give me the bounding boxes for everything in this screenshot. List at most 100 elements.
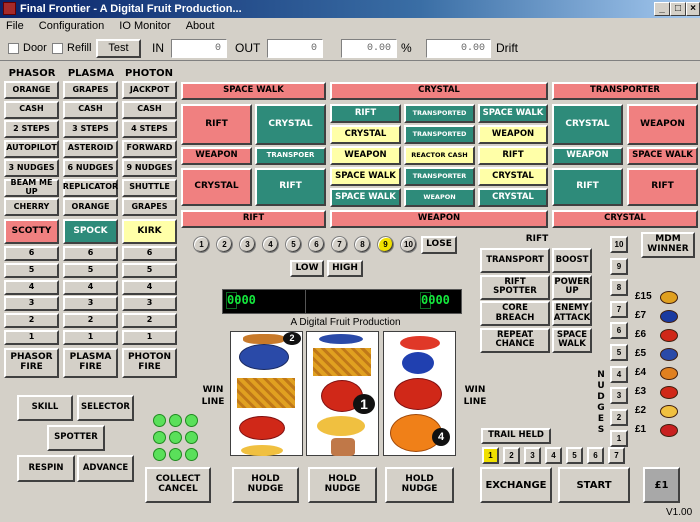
reel-2[interactable]: 1 <box>306 331 379 456</box>
advance-button[interactable]: ADVANCE <box>77 455 134 482</box>
rift-button-power-up[interactable]: POWER UP <box>552 274 592 300</box>
low-button[interactable]: LOW <box>290 260 324 277</box>
rift-button-space-walk[interactable]: SPACE WALK <box>552 327 592 353</box>
plasma-step-2[interactable]: 2 <box>63 313 118 329</box>
selector-button[interactable]: SELECTOR <box>77 395 134 421</box>
phasor-feature-button[interactable]: ORANGE <box>4 81 59 99</box>
maximize-button[interactable]: □ <box>670 2 686 16</box>
rift-button-core-breach[interactable]: CORE BREACH <box>480 301 550 326</box>
phasor-step-4[interactable]: 4 <box>4 279 59 295</box>
plasma-feature-button[interactable]: 6 NUDGES <box>63 159 118 177</box>
photon-step-2[interactable]: 2 <box>122 313 177 329</box>
minimize-button[interactable]: _ <box>654 2 670 16</box>
phasor-feature-button[interactable]: AUTOPILOT <box>4 139 59 158</box>
phasor-feature-button[interactable]: CHERRY <box>4 198 59 216</box>
phasor-step-1[interactable]: 1 <box>4 330 59 345</box>
photon-feature-button[interactable]: 9 NUDGES <box>122 159 177 177</box>
phasor-feature-button[interactable]: 2 STEPS <box>4 120 59 138</box>
trail-lamp-10: 10 <box>400 236 417 253</box>
plasma-step-3[interactable]: 3 <box>63 296 118 312</box>
gold-bar-icon <box>313 348 371 376</box>
hold-nudge-button-2[interactable]: HOLD NUDGE <box>308 467 377 503</box>
plasma-fire-button[interactable]: PLASMA FIRE <box>63 348 118 378</box>
plasma-feature-button[interactable]: CASH <box>63 100 118 119</box>
phasor-step-6[interactable]: 6 <box>4 246 59 261</box>
plasma-step-5[interactable]: 5 <box>63 262 118 278</box>
photon-step-6[interactable]: 6 <box>122 246 177 261</box>
phasor-feature-button[interactable]: BEAM ME UP <box>4 178 59 197</box>
phasor-step-3[interactable]: 3 <box>4 296 59 312</box>
spock-button[interactable]: SPOCK <box>63 219 118 244</box>
drift-field[interactable]: 0.00 <box>426 39 491 58</box>
plasma-feature-button[interactable]: ORANGE <box>63 198 118 216</box>
photon-fire-button[interactable]: PHOTON FIRE <box>122 348 177 378</box>
photon-step-5[interactable]: 5 <box>122 262 177 278</box>
plasma-feature-button[interactable]: ASTEROID <box>63 139 118 158</box>
photon-feature-button[interactable]: SHUTTLE <box>122 178 177 197</box>
photon-feature-button[interactable]: GRAPES <box>122 198 177 216</box>
skill-button[interactable]: SKILL <box>17 395 73 421</box>
refill-checkbox[interactable] <box>52 43 63 54</box>
high-button[interactable]: HIGH <box>327 260 363 277</box>
hold-nudge-button-1[interactable]: HOLD NUDGE <box>232 467 299 503</box>
rift-button-enemy-attack[interactable]: ENEMY ATTACK <box>552 301 592 326</box>
reel-1[interactable]: 2 <box>230 331 303 456</box>
rift-button-transport[interactable]: TRANSPORT <box>480 248 550 273</box>
scotty-button[interactable]: SCOTTY <box>4 219 59 244</box>
collect-cancel-button[interactable]: COLLECT CANCEL <box>145 467 211 503</box>
photon-feature-button[interactable]: FORWARD <box>122 139 177 158</box>
led-display-right: 0000 <box>306 289 462 314</box>
reel-3[interactable]: 4 <box>383 331 456 456</box>
door-checkbox[interactable] <box>8 43 19 54</box>
phasor-feature-button[interactable]: CASH <box>4 100 59 119</box>
menu-configuration[interactable]: Configuration <box>39 20 104 32</box>
plasma-step-4[interactable]: 4 <box>63 279 118 295</box>
menu-file[interactable]: File <box>6 20 24 32</box>
prize-value: £2 <box>635 405 647 416</box>
menu-io-monitor[interactable]: IO Monitor <box>119 20 170 32</box>
photon-step-4[interactable]: 4 <box>122 279 177 295</box>
reel-badge: 4 <box>432 428 450 446</box>
orange-icon <box>660 367 678 380</box>
percentage-field[interactable]: 0.00 <box>341 39 397 58</box>
feature-center-cell: SPACE WALK <box>330 188 401 207</box>
green-lamp <box>185 414 198 427</box>
plasma-feature-button[interactable]: REPLICATOR <box>63 178 118 197</box>
close-button[interactable]: × <box>686 2 700 16</box>
photon-step-3[interactable]: 3 <box>122 296 177 312</box>
menu-about[interactable]: About <box>186 20 215 32</box>
plasma-feature-button[interactable]: GRAPES <box>63 81 118 99</box>
nudge-lamp-4: 4 <box>610 365 628 383</box>
lose-button[interactable]: LOSE <box>421 236 457 254</box>
phasor-fire-button[interactable]: PHASOR FIRE <box>4 348 59 378</box>
trail-held-lamp-7: 7 <box>608 447 625 464</box>
photon-feature-button[interactable]: 4 STEPS <box>122 120 177 138</box>
phasor-step-5[interactable]: 5 <box>4 262 59 278</box>
trail-held-lamp-6: 6 <box>587 447 604 464</box>
hold-nudge-button-3[interactable]: HOLD NUDGE <box>385 467 454 503</box>
exchange-button[interactable]: EXCHANGE <box>480 467 552 503</box>
kirk-button[interactable]: KIRK <box>122 219 177 244</box>
plasma-step-6[interactable]: 6 <box>63 246 118 261</box>
spotter-button[interactable]: SPOTTER <box>47 425 105 451</box>
stake-button[interactable]: £1 <box>643 467 680 503</box>
respin-button[interactable]: RESPIN <box>17 455 75 482</box>
rift-button-rift-spotter[interactable]: RIFT SPOTTER <box>480 274 550 300</box>
rift-button-repeat-chance[interactable]: REPEAT CHANCE <box>480 327 550 353</box>
photon-feature-button[interactable]: CASH <box>122 100 177 119</box>
photon-feature-button[interactable]: JACKPOT <box>122 81 177 99</box>
phasor-feature-button[interactable]: 3 NUDGES <box>4 159 59 177</box>
plasma-feature-button[interactable]: 3 STEPS <box>63 120 118 138</box>
phasor-step-2[interactable]: 2 <box>4 313 59 329</box>
trail-held-button[interactable]: TRAIL HELD <box>481 428 551 444</box>
feature-center-cell: TRANSPORTER <box>404 167 475 186</box>
in-field[interactable]: 0 <box>171 39 227 58</box>
mdm-winner-button[interactable]: MDM WINNER <box>641 232 695 258</box>
feature-right-rift-2: RIFT <box>627 168 698 206</box>
start-button[interactable]: START <box>558 467 630 503</box>
test-button[interactable]: Test <box>96 39 141 58</box>
rift-button-boost[interactable]: BOOST <box>552 248 592 273</box>
photon-step-1[interactable]: 1 <box>122 330 177 345</box>
plasma-step-1[interactable]: 1 <box>63 330 118 345</box>
out-field[interactable]: 0 <box>267 39 323 58</box>
